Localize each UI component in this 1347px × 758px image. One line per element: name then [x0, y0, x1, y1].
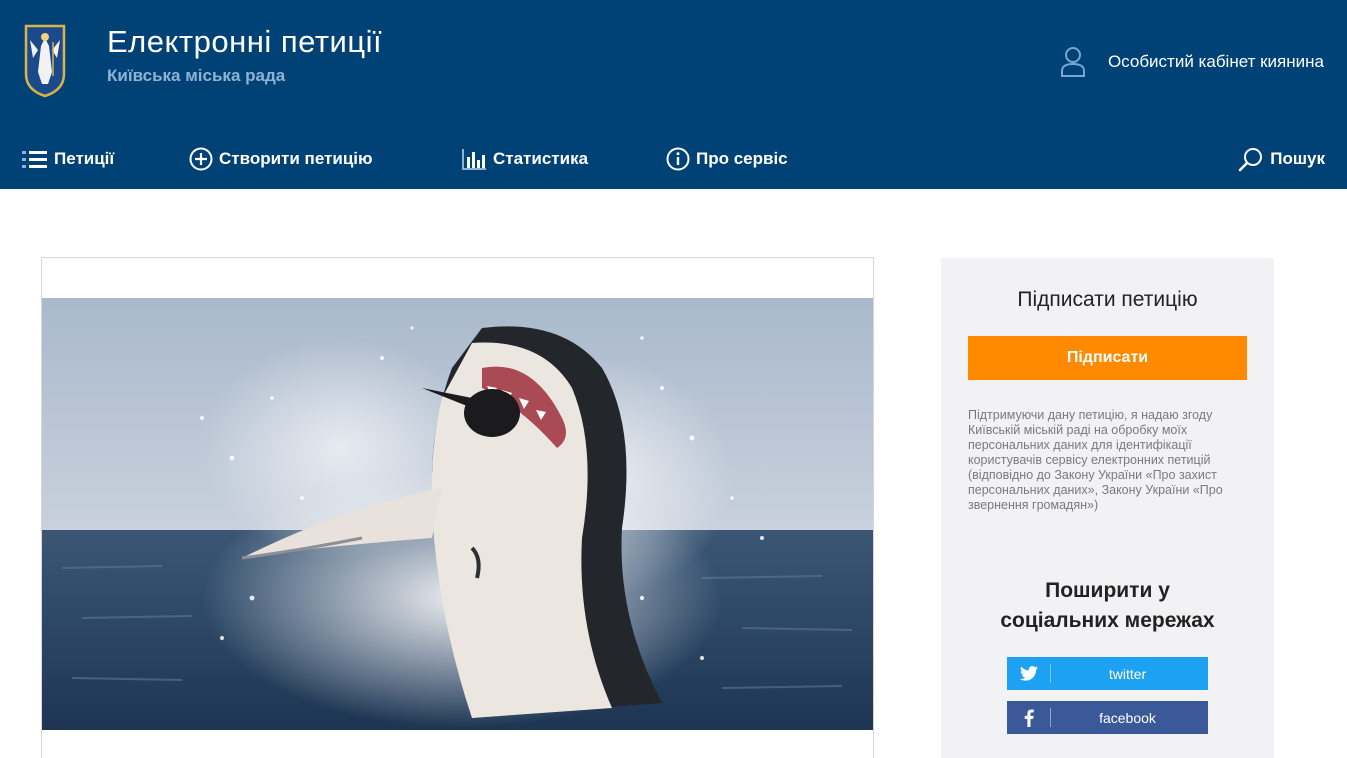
- search-label: Пошук: [1270, 149, 1325, 168]
- sign-petition-title: Підписати петицію: [1017, 288, 1198, 311]
- kyiv-coat-of-arms-icon[interactable]: [24, 24, 66, 98]
- consent-text: Підтримуючи дану петицію, я надаю згоду …: [968, 408, 1223, 512]
- list-icon: [22, 151, 47, 168]
- sign-button[interactable]: Підписати: [968, 336, 1247, 380]
- nav-label: Про сервіс: [696, 149, 788, 168]
- nav-label: Створити петицію: [219, 149, 373, 168]
- nav-label: Петиції: [54, 149, 115, 168]
- shark-photo: [42, 298, 873, 730]
- search-icon: [1238, 148, 1263, 172]
- bar-chart-icon: [462, 149, 486, 170]
- nav-search[interactable]: Пошук: [1238, 142, 1325, 176]
- site-subtitle: Київська міська рада: [107, 66, 286, 85]
- nav-item-create-petition[interactable]: Створити петицію: [189, 142, 373, 176]
- share-title-line: соціальних мережах: [1000, 609, 1215, 632]
- twitter-share-button[interactable]: twitter: [1007, 657, 1208, 690]
- facebook-share-button[interactable]: facebook: [1007, 701, 1208, 734]
- share-title-line: Поширити у: [1045, 579, 1170, 602]
- nav-item-statistics[interactable]: Статистика: [461, 142, 588, 176]
- nav-label: Статистика: [493, 149, 589, 168]
- site-title[interactable]: Електронні петиції: [107, 24, 382, 60]
- twitter-label: twitter: [1108, 665, 1147, 682]
- sign-sidebar: Підписати петицію Підписати Підтримуючи …: [941, 258, 1274, 758]
- twitter-icon: [1007, 664, 1051, 683]
- main-nav: Петиції Створити петицію Статистика Про …: [0, 142, 1347, 176]
- site-header: Електронні петиції Київська міська рада …: [0, 0, 1347, 189]
- facebook-label: facebook: [1099, 709, 1156, 726]
- petition-card: [41, 257, 874, 758]
- petition-image: [42, 298, 873, 730]
- plus-circle-icon: [189, 147, 213, 171]
- share-title: Поширити у соціальних мережах: [941, 576, 1274, 636]
- cabinet-label: Особистий кабінет киянина: [1107, 52, 1324, 71]
- facebook-icon: [1007, 708, 1051, 727]
- nav-item-about[interactable]: Про сервіс: [666, 142, 788, 176]
- nav-item-petitions[interactable]: Петиції: [22, 142, 114, 176]
- info-icon: [666, 147, 690, 171]
- user-icon: [1060, 47, 1085, 77]
- personal-cabinet-link[interactable]: Особистий кабінет киянина: [1060, 46, 1324, 78]
